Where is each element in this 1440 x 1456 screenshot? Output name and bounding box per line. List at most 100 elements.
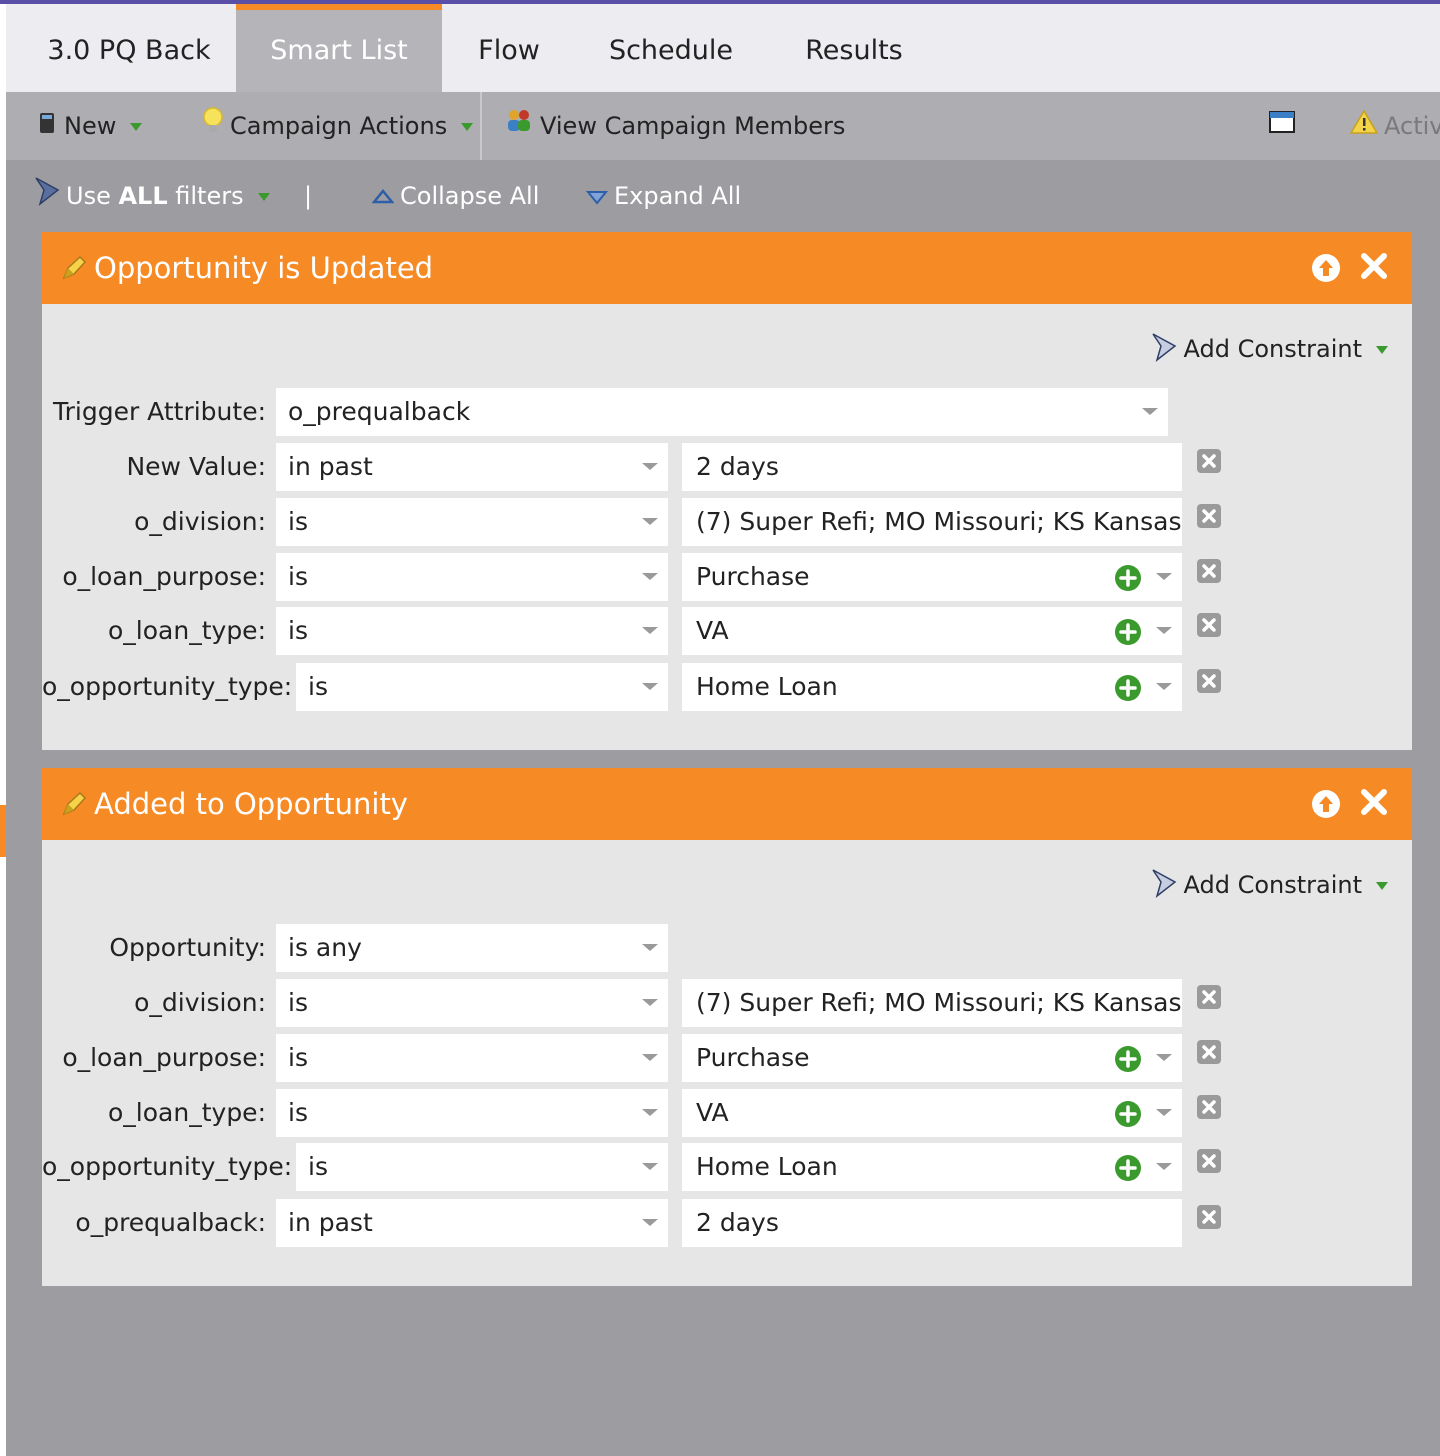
remove-constraint-icon[interactable]: [1196, 1039, 1222, 1065]
close-icon[interactable]: [1358, 250, 1390, 282]
operator-select[interactable]: is: [296, 663, 668, 711]
remove-constraint-icon[interactable]: [1196, 1204, 1222, 1230]
window-toggle-button[interactable]: [1268, 92, 1302, 160]
value-input[interactable]: (7) Super Refi; MO Missouri; KS Kansas; …: [682, 498, 1182, 546]
operator-select[interactable]: is: [296, 1143, 668, 1191]
select-value: in past: [288, 452, 373, 481]
filter-logic-menu[interactable]: Use ALL filters: [34, 176, 270, 216]
plus-icon[interactable]: [1114, 1100, 1142, 1128]
filter-header[interactable]: Added to Opportunity: [42, 768, 1412, 840]
tab-smart-list[interactable]: Smart List: [236, 4, 442, 92]
value-input[interactable]: Home Loan: [682, 1143, 1182, 1191]
value-input[interactable]: Home Loan: [682, 663, 1182, 711]
remove-constraint-icon[interactable]: [1196, 668, 1222, 694]
operator-select[interactable]: in past: [276, 443, 668, 491]
field-label: o_division:: [134, 988, 266, 1017]
chevron-down-icon: [642, 1163, 658, 1170]
value-input[interactable]: Purchase: [682, 1034, 1182, 1082]
chevron-down-icon: [1376, 346, 1388, 354]
chevron-down-icon[interactable]: [1156, 683, 1172, 690]
field-label: Trigger Attribute:: [53, 397, 266, 426]
move-up-icon[interactable]: [1312, 254, 1340, 282]
trigger-attribute-select[interactable]: o_prequalback: [276, 388, 1168, 436]
operator-select[interactable]: is: [276, 607, 668, 655]
operator-select[interactable]: is: [276, 979, 668, 1027]
chevron-down-icon[interactable]: [1156, 1163, 1172, 1170]
remove-constraint-icon[interactable]: [1196, 503, 1222, 529]
pencil-icon: [60, 790, 88, 822]
expand-all-button[interactable]: Expand All: [585, 176, 742, 216]
funnel-icon: [34, 176, 60, 218]
select-value: is: [308, 672, 328, 701]
value-input[interactable]: VA: [682, 1089, 1182, 1137]
remove-constraint-icon[interactable]: [1196, 984, 1222, 1010]
tab-flow[interactable]: Flow: [456, 4, 562, 92]
collapse-all-label: Collapse All: [400, 182, 540, 210]
plus-icon[interactable]: [1114, 564, 1142, 592]
campaign-status: Active: [1349, 92, 1440, 160]
view-campaign-members-button[interactable]: View Campaign Members: [504, 92, 845, 160]
funnel-icon: [1151, 868, 1177, 904]
add-constraint-label: Add Constraint: [1183, 871, 1362, 899]
value-input[interactable]: VA: [682, 607, 1182, 655]
field-label: o_loan_type:: [108, 1098, 266, 1127]
opportunity-select[interactable]: is any: [276, 924, 668, 972]
add-constraint-button[interactable]: Add Constraint: [1151, 332, 1388, 368]
field-label: o_loan_type:: [108, 616, 266, 645]
chevron-down-icon: [1376, 882, 1388, 890]
value-input[interactable]: (7) Super Refi; MO Missouri; KS Kansas; …: [682, 979, 1182, 1027]
select-value: is any: [288, 933, 362, 962]
plus-icon[interactable]: [1114, 674, 1142, 702]
operator-select[interactable]: is: [276, 498, 668, 546]
select-value: is: [288, 1043, 308, 1072]
operator-select[interactable]: is: [276, 553, 668, 601]
field-label: Opportunity:: [109, 933, 266, 962]
chevron-down-icon[interactable]: [1156, 627, 1172, 634]
chevron-down-icon[interactable]: [1156, 573, 1172, 580]
add-constraint-button[interactable]: Add Constraint: [1151, 868, 1388, 904]
operator-select[interactable]: in past: [276, 1199, 668, 1247]
tab-results[interactable]: Results: [792, 4, 916, 92]
plus-icon[interactable]: [1114, 1154, 1142, 1182]
remove-constraint-icon[interactable]: [1196, 1148, 1222, 1174]
window-icon: [1268, 93, 1296, 161]
status-label: Active: [1384, 112, 1440, 140]
value-input[interactable]: 2 days: [682, 443, 1182, 491]
close-icon[interactable]: [1358, 786, 1390, 818]
plus-icon[interactable]: [1114, 618, 1142, 646]
chevron-down-icon[interactable]: [1156, 1054, 1172, 1061]
new-menu-button[interactable]: New: [38, 92, 143, 160]
select-value: is: [288, 507, 308, 536]
field-label: o_opportunity_type:: [42, 672, 293, 701]
remove-constraint-icon[interactable]: [1196, 1094, 1222, 1120]
tab-bar: 3.0 PQ Back Smart List Flow Schedule Res…: [6, 4, 1440, 92]
value-text: 2 days: [696, 1208, 779, 1237]
chevron-down-icon: [642, 999, 658, 1006]
remove-constraint-icon[interactable]: [1196, 558, 1222, 584]
value-text: Home Loan: [696, 1152, 838, 1181]
operator-select[interactable]: is: [276, 1089, 668, 1137]
value-input[interactable]: Purchase: [682, 553, 1182, 601]
campaign-actions-button[interactable]: Campaign Actions: [202, 92, 474, 160]
operator-select[interactable]: is: [276, 1034, 668, 1082]
filter-header[interactable]: Opportunity is Updated: [42, 232, 1412, 304]
collapse-all-button[interactable]: Collapse All: [371, 176, 540, 216]
chevron-down-icon: [642, 463, 658, 470]
tab-schedule[interactable]: Schedule: [596, 4, 746, 92]
remove-constraint-icon[interactable]: [1196, 448, 1222, 474]
chevron-down-icon: [130, 123, 143, 131]
use-bold: ALL: [118, 182, 168, 210]
chevron-down-icon: [642, 1109, 658, 1116]
tab-program-name[interactable]: 3.0 PQ Back: [24, 4, 234, 92]
select-value: is: [288, 616, 308, 645]
plus-icon[interactable]: [1114, 1045, 1142, 1073]
value-text: Home Loan: [696, 672, 838, 701]
remove-constraint-icon[interactable]: [1196, 612, 1222, 638]
new-label: New: [64, 112, 117, 140]
value-input[interactable]: 2 days: [682, 1199, 1182, 1247]
chevron-down-icon: [642, 1054, 658, 1061]
chevron-down-icon[interactable]: [1156, 1109, 1172, 1116]
expand-all-label: Expand All: [614, 182, 742, 210]
move-up-icon[interactable]: [1312, 790, 1340, 818]
value-text: VA: [696, 1098, 729, 1127]
